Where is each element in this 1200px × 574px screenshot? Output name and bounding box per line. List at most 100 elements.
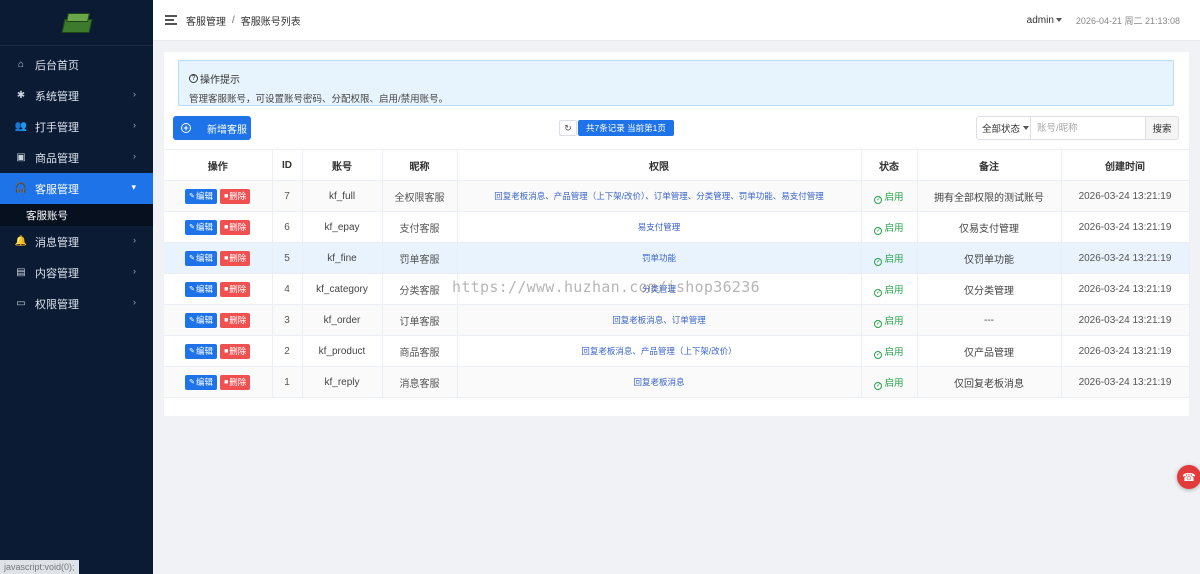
row-actions: ✎ 编辑 ■ 删除	[164, 335, 273, 367]
edit-button[interactable]: ✎ 编辑	[185, 219, 218, 235]
status-label: 启用	[884, 346, 904, 358]
sidebar-item-0[interactable]: ⌂ 后台首页	[0, 49, 153, 80]
phone-icon: ☎	[1182, 471, 1196, 484]
column-header: 账号	[302, 149, 383, 181]
sidebar-item-label: 内容管理	[35, 267, 79, 280]
cell-account: kf_product	[302, 335, 383, 367]
search-button[interactable]: 搜索	[1145, 117, 1178, 139]
edit-button[interactable]: ✎ 编辑	[185, 312, 218, 328]
cell-created: 2026-03-24 13:21:19	[1061, 335, 1190, 367]
delete-button[interactable]: ■ 删除	[220, 312, 251, 328]
edit-icon: ✎	[189, 317, 196, 324]
edit-button[interactable]: ✎ 编辑	[185, 250, 218, 266]
edit-icon: ✎	[189, 224, 196, 231]
trash-icon: ■	[224, 192, 229, 200]
table-row[interactable]: ✎ 编辑 ■ 删除 5 kf_fine 罚单客服 罚单功能 ✓ 启用 仅罚单功能 2026-03-24…	[164, 242, 1190, 274]
add-agent-label: 新增客服	[207, 124, 247, 136]
table-row[interactable]: ✎ 编辑 ■ 删除 3 kf_order 订单客服 回复老板消息、订单管理 ✓ 启用 --- 2026…	[164, 304, 1190, 336]
delete-button[interactable]: ■ 删除	[220, 219, 251, 235]
breadcrumb-parent[interactable]: 客服管理	[186, 13, 226, 28]
table-row[interactable]: ✎ 编辑 ■ 删除 1 kf_reply 消息客服 回复老板消息 ✓ 启用 仅回复老板消息 2026-…	[164, 366, 1190, 398]
delete-label: 删除	[229, 253, 247, 263]
users-icon: 👥	[14, 121, 28, 132]
delete-button[interactable]: ■ 删除	[220, 188, 251, 204]
column-header: 操作	[164, 149, 273, 181]
row-actions: ✎ 编辑 ■ 删除	[164, 211, 273, 243]
delete-button[interactable]: ■ 删除	[220, 250, 251, 266]
delete-button[interactable]: ■ 删除	[220, 281, 251, 297]
cell-id: 6	[272, 211, 303, 243]
chevron-down-icon	[1023, 126, 1030, 130]
trash-icon: ■	[224, 378, 229, 386]
table-row[interactable]: ✎ 编辑 ■ 删除 6 kf_epay 支付客服 易支付管理 ✓ 启用 仅易支付管理 2026-03-…	[164, 211, 1190, 243]
sidebar-item-4[interactable]: 🎧 客服管理 ▾	[0, 173, 153, 204]
trash-icon: ■	[224, 223, 229, 231]
cell-created: 2026-03-24 13:21:19	[1061, 242, 1190, 274]
logo[interactable]	[0, 0, 153, 46]
cell-remark: 仅分类管理	[917, 273, 1062, 305]
table-row[interactable]: ✎ 编辑 ■ 删除 2 kf_product 商品客服 回复老板消息、产品管理（上下架/改价）…	[164, 335, 1190, 367]
submenu-item-agent-accounts[interactable]: 客服账号	[0, 204, 153, 226]
content-panel: ? 操作提示 管理客服账号，可设置账号密码、分配权限、启用/禁用账号。 + 新增客…	[164, 52, 1190, 416]
check-circle-icon: ✓	[874, 319, 883, 328]
edit-button[interactable]: ✎ 编辑	[185, 343, 218, 359]
cell-remark: ---	[917, 304, 1062, 336]
monitor-icon: ▭	[16, 298, 26, 309]
home-icon: ⌂	[17, 59, 25, 70]
column-header: 创建时间	[1061, 149, 1190, 181]
sidebar-item-3[interactable]: ▣ 商品管理 ›	[0, 142, 153, 173]
logo-icon	[61, 11, 93, 35]
sidebar-item-2[interactable]: 👥 打手管理 ›	[0, 111, 153, 142]
tip-title: 操作提示	[200, 75, 240, 86]
sidebar-item-5[interactable]: 🔔 消息管理 ›	[0, 226, 153, 257]
cell-permissions: 回复老板消息、订单管理	[457, 304, 862, 336]
cell-nickname: 消息客服	[382, 366, 458, 398]
sidebar-item-1[interactable]: ✱ 系统管理 ›	[0, 80, 153, 111]
edit-icon: ✎	[189, 193, 196, 200]
sidebar-item-7[interactable]: ▭ 权限管理 ›	[0, 288, 153, 319]
cell-permissions: 易支付管理	[457, 211, 862, 243]
cell-status: ✓ 启用	[861, 273, 918, 305]
plus-icon: +	[181, 123, 191, 133]
cell-remark: 仅产品管理	[917, 335, 1062, 367]
status-label: 启用	[884, 191, 904, 203]
chevron-right-icon: ›	[133, 297, 136, 307]
chevron-right-icon: ›	[133, 235, 136, 245]
table-row[interactable]: ✎ 编辑 ■ 删除 7 kf_full 全权限客服 回复老板消息、产品管理（上下架/改价）、订…	[164, 180, 1190, 212]
cell-nickname: 分类客服	[382, 273, 458, 305]
cell-account: kf_reply	[302, 366, 383, 398]
column-header: 昵称	[382, 149, 458, 181]
floating-service-button[interactable]: ☎	[1177, 465, 1200, 489]
delete-button[interactable]: ■ 删除	[220, 343, 251, 359]
tip-box: ? 操作提示 管理客服账号，可设置账号密码、分配权限、启用/禁用账号。	[178, 60, 1174, 106]
cell-created: 2026-03-24 13:21:19	[1061, 211, 1190, 243]
bag-icon: ▣	[16, 152, 26, 163]
search-filter: 全部状态 搜索	[976, 116, 1179, 140]
edit-label: 编辑	[196, 253, 214, 263]
user-menu[interactable]: admin	[1027, 15, 1062, 26]
edit-button[interactable]: ✎ 编辑	[185, 281, 218, 297]
refresh-icon[interactable]: ↻	[559, 120, 577, 136]
cell-nickname: 全权限客服	[382, 180, 458, 212]
trash-icon: ■	[224, 254, 229, 262]
edit-icon: ✎	[189, 348, 196, 355]
column-header: 状态	[861, 149, 918, 181]
cell-permissions: 回复老板消息、产品管理（上下架/改价）、订单管理、分类管理、罚单功能、易支付管理	[457, 180, 862, 212]
menu-toggle-icon[interactable]	[165, 15, 177, 25]
trash-icon: ■	[224, 285, 229, 293]
edit-label: 编辑	[196, 222, 214, 232]
delete-button[interactable]: ■ 删除	[220, 374, 251, 390]
user-name: admin	[1026, 15, 1054, 26]
cell-remark: 拥有全部权限的测试账号	[917, 180, 1062, 212]
sidebar-item-6[interactable]: ▤ 内容管理 ›	[0, 257, 153, 288]
edit-button[interactable]: ✎ 编辑	[185, 188, 218, 204]
edit-button[interactable]: ✎ 编辑	[185, 374, 218, 390]
cell-created: 2026-03-24 13:21:19	[1061, 180, 1190, 212]
sidebar: ⌂ 后台首页 ✱ 系统管理 › 👥 打手管理 › ▣ 商品管理 › 🎧 客服管理 ▾ 客服账号 🔔 消息管理 › ▤…	[0, 0, 153, 574]
add-agent-button[interactable]: + 新增客服	[173, 116, 251, 140]
edit-label: 编辑	[196, 377, 214, 387]
search-input[interactable]	[1031, 117, 1145, 139]
row-actions: ✎ 编辑 ■ 删除	[164, 273, 273, 305]
status-select[interactable]: 全部状态	[977, 117, 1031, 139]
cell-status: ✓ 启用	[861, 242, 918, 274]
